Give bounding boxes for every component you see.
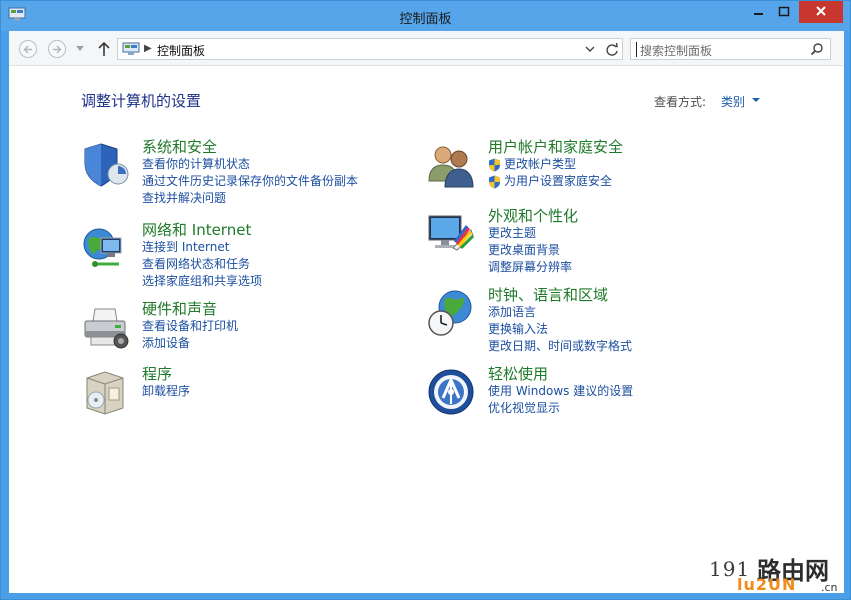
up-arrow-icon[interactable] bbox=[97, 41, 111, 57]
link-connect-internet[interactable]: 连接到 Internet bbox=[142, 239, 262, 256]
address-bar[interactable]: ▶ 控制面板 bbox=[117, 38, 623, 60]
view-by-dropdown[interactable]: 类别 bbox=[721, 93, 745, 110]
category-title[interactable]: 系统和安全 bbox=[142, 136, 217, 157]
link-screen-resolution[interactable]: 调整屏幕分辨率 bbox=[488, 259, 572, 276]
link-date-time-format[interactable]: 更改日期、时间或数字格式 bbox=[488, 338, 632, 355]
uac-shield-icon bbox=[489, 175, 500, 189]
link-label: 更改帐户类型 bbox=[504, 157, 577, 171]
breadcrumb[interactable]: 控制面板 bbox=[157, 42, 205, 59]
search-input[interactable]: 搜索控制面板 bbox=[640, 42, 712, 59]
link-file-history-backup[interactable]: 通过文件历史记录保存你的文件备份副本 bbox=[142, 173, 358, 190]
page-title: 调整计算机的设置 bbox=[81, 92, 202, 110]
network-globe-icon[interactable] bbox=[81, 224, 129, 272]
back-button[interactable] bbox=[19, 40, 37, 58]
category-title[interactable]: 程序 bbox=[142, 363, 172, 384]
search-icon[interactable] bbox=[810, 42, 824, 56]
watermark-latin: lu2UN bbox=[737, 575, 797, 594]
link-view-computer-status[interactable]: 查看你的计算机状态 bbox=[142, 156, 358, 173]
title-bar[interactable]: 控制面板 bbox=[1, 1, 850, 31]
category-title[interactable]: 网络和 Internet bbox=[142, 219, 251, 240]
window-title: 控制面板 bbox=[399, 12, 452, 27]
link-change-input-method[interactable]: 更换输入法 bbox=[488, 321, 632, 338]
arrow-left-icon bbox=[23, 45, 32, 54]
link-optimize-visual-display[interactable]: 优化视觉显示 bbox=[488, 400, 633, 417]
maximize-icon bbox=[778, 6, 790, 17]
link-add-language[interactable]: 添加语言 bbox=[488, 304, 632, 321]
view-by-label: 查看方式: bbox=[654, 95, 707, 109]
link-homegroup-sharing[interactable]: 选择家庭组和共享选项 bbox=[142, 273, 262, 290]
programs-box-icon[interactable] bbox=[81, 368, 129, 416]
printer-icon[interactable] bbox=[81, 303, 129, 351]
chevron-down-icon bbox=[585, 46, 595, 52]
refresh-button[interactable] bbox=[601, 38, 623, 60]
link-family-safety[interactable]: 为用户设置家庭安全 bbox=[488, 173, 612, 190]
minimize-button[interactable] bbox=[745, 1, 771, 23]
link-change-account-type[interactable]: 更改帐户类型 bbox=[488, 156, 612, 173]
link-network-status[interactable]: 查看网络状态和任务 bbox=[142, 256, 262, 273]
close-icon bbox=[816, 6, 826, 16]
category-title[interactable]: 轻松使用 bbox=[488, 363, 548, 384]
link-troubleshoot[interactable]: 查找并解决问题 bbox=[142, 190, 358, 207]
minimize-icon bbox=[754, 13, 763, 15]
control-panel-window: 控制面板 ▶ 控制面板 搜索控制面板 调整计算机的设置 查看方式: 类别 系统和… bbox=[0, 0, 851, 600]
link-devices-printers[interactable]: 查看设备和打印机 bbox=[142, 318, 238, 335]
maximize-button[interactable] bbox=[771, 1, 797, 23]
search-box[interactable]: 搜索控制面板 bbox=[630, 38, 831, 60]
link-desktop-background[interactable]: 更改桌面背景 bbox=[488, 242, 572, 259]
category-title[interactable]: 硬件和声音 bbox=[142, 298, 217, 319]
link-uninstall-program[interactable]: 卸载程序 bbox=[142, 383, 190, 400]
link-recommended-settings[interactable]: 使用 Windows 建议的设置 bbox=[488, 383, 633, 400]
monitor-palette-icon[interactable] bbox=[427, 210, 475, 258]
category-title[interactable]: 外观和个性化 bbox=[488, 205, 578, 226]
chevron-down-icon[interactable] bbox=[752, 98, 760, 102]
uac-shield-icon bbox=[489, 158, 500, 172]
ease-of-access-icon[interactable] bbox=[427, 368, 475, 416]
clock-globe-icon[interactable] bbox=[427, 289, 475, 337]
control-panel-icon bbox=[122, 42, 140, 55]
navigation-toolbar: ▶ 控制面板 搜索控制面板 bbox=[9, 31, 844, 66]
address-dropdown-button[interactable] bbox=[579, 39, 601, 59]
content-area: 调整计算机的设置 查看方式: 类别 系统和安全 查看你的计算机状态 通过文件历史… bbox=[9, 66, 844, 593]
link-change-theme[interactable]: 更改主题 bbox=[488, 225, 572, 242]
users-icon[interactable] bbox=[427, 141, 475, 189]
close-button[interactable] bbox=[799, 1, 843, 23]
link-add-device[interactable]: 添加设备 bbox=[142, 335, 238, 352]
shield-icon[interactable] bbox=[81, 141, 129, 189]
category-title[interactable]: 用户帐户和家庭安全 bbox=[488, 136, 623, 157]
forward-button[interactable] bbox=[48, 40, 66, 58]
watermark-domain: .cn bbox=[821, 581, 838, 594]
refresh-icon bbox=[606, 42, 618, 56]
recent-locations-chevron-icon[interactable] bbox=[76, 46, 84, 52]
category-title[interactable]: 时钟、语言和区域 bbox=[488, 284, 608, 305]
text-caret bbox=[636, 42, 637, 57]
breadcrumb-separator-icon[interactable]: ▶ bbox=[144, 43, 152, 54]
arrow-right-icon bbox=[53, 45, 62, 54]
link-label: 为用户设置家庭安全 bbox=[504, 174, 613, 188]
watermark-logo: 191 路由网 lu2UN .cn bbox=[701, 549, 851, 600]
